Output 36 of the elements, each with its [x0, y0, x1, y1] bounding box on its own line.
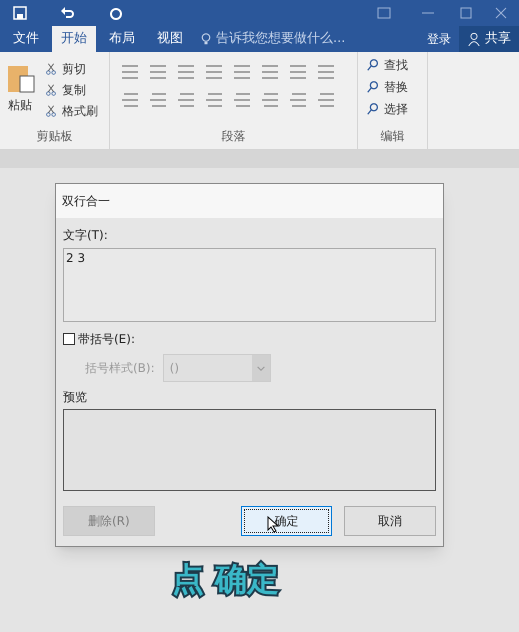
preview-label: 预览	[63, 389, 88, 406]
save-icon	[12, 4, 28, 20]
paste-button[interactable]: 粘贴	[8, 96, 32, 114]
dropdown-caret-icon	[252, 355, 270, 381]
ribbon-tab[interactable]: 文件	[4, 26, 48, 52]
text-label: 文字(T):	[63, 227, 109, 244]
editing-button[interactable]: 选择	[366, 100, 427, 118]
ribbon-tab[interactable]: 布局	[100, 26, 144, 52]
group-label: 剪贴板	[36, 128, 74, 145]
dialog-title: 双行合一	[62, 193, 110, 210]
clipboard-button[interactable]: 格式刷	[44, 102, 98, 120]
ribbon-tab[interactable]: 视图	[148, 26, 192, 52]
tell-me-placeholder: 告诉我您想要做什么...	[216, 30, 346, 48]
checkbox[interactable]	[63, 333, 75, 345]
dialog-button[interactable]: 确定	[240, 506, 332, 536]
group-label: 段落	[220, 128, 246, 145]
undo-icon	[60, 4, 76, 20]
tell-me-field[interactable]: 告诉我您想要做什么...	[200, 26, 346, 52]
window-controls-icon	[377, 6, 507, 18]
search-icon	[366, 58, 380, 72]
checkbox-label: 带括号(E):	[78, 331, 135, 348]
sign-in-link[interactable]: 登录	[419, 26, 459, 52]
scissors-icon	[44, 62, 58, 76]
share-button[interactable]: 共享	[459, 26, 519, 52]
text-input-field[interactable]: 2 3	[63, 248, 436, 322]
group-label: 编辑	[380, 128, 406, 145]
bracket-style-label: 括号样式(B):	[85, 360, 155, 377]
lightbulb-icon	[200, 31, 212, 47]
dialog-button[interactable]: 取消	[344, 506, 436, 536]
editing-button[interactable]: 替换	[366, 78, 427, 96]
clipboard-button[interactable]: 剪切	[44, 60, 98, 78]
editing-button[interactable]: 查找	[366, 56, 427, 74]
ribbon-tab[interactable]: 开始	[52, 26, 96, 52]
caption: 点 确定	[172, 559, 280, 600]
clipboard-button[interactable]: 复制	[44, 81, 98, 99]
person-icon	[467, 32, 481, 46]
